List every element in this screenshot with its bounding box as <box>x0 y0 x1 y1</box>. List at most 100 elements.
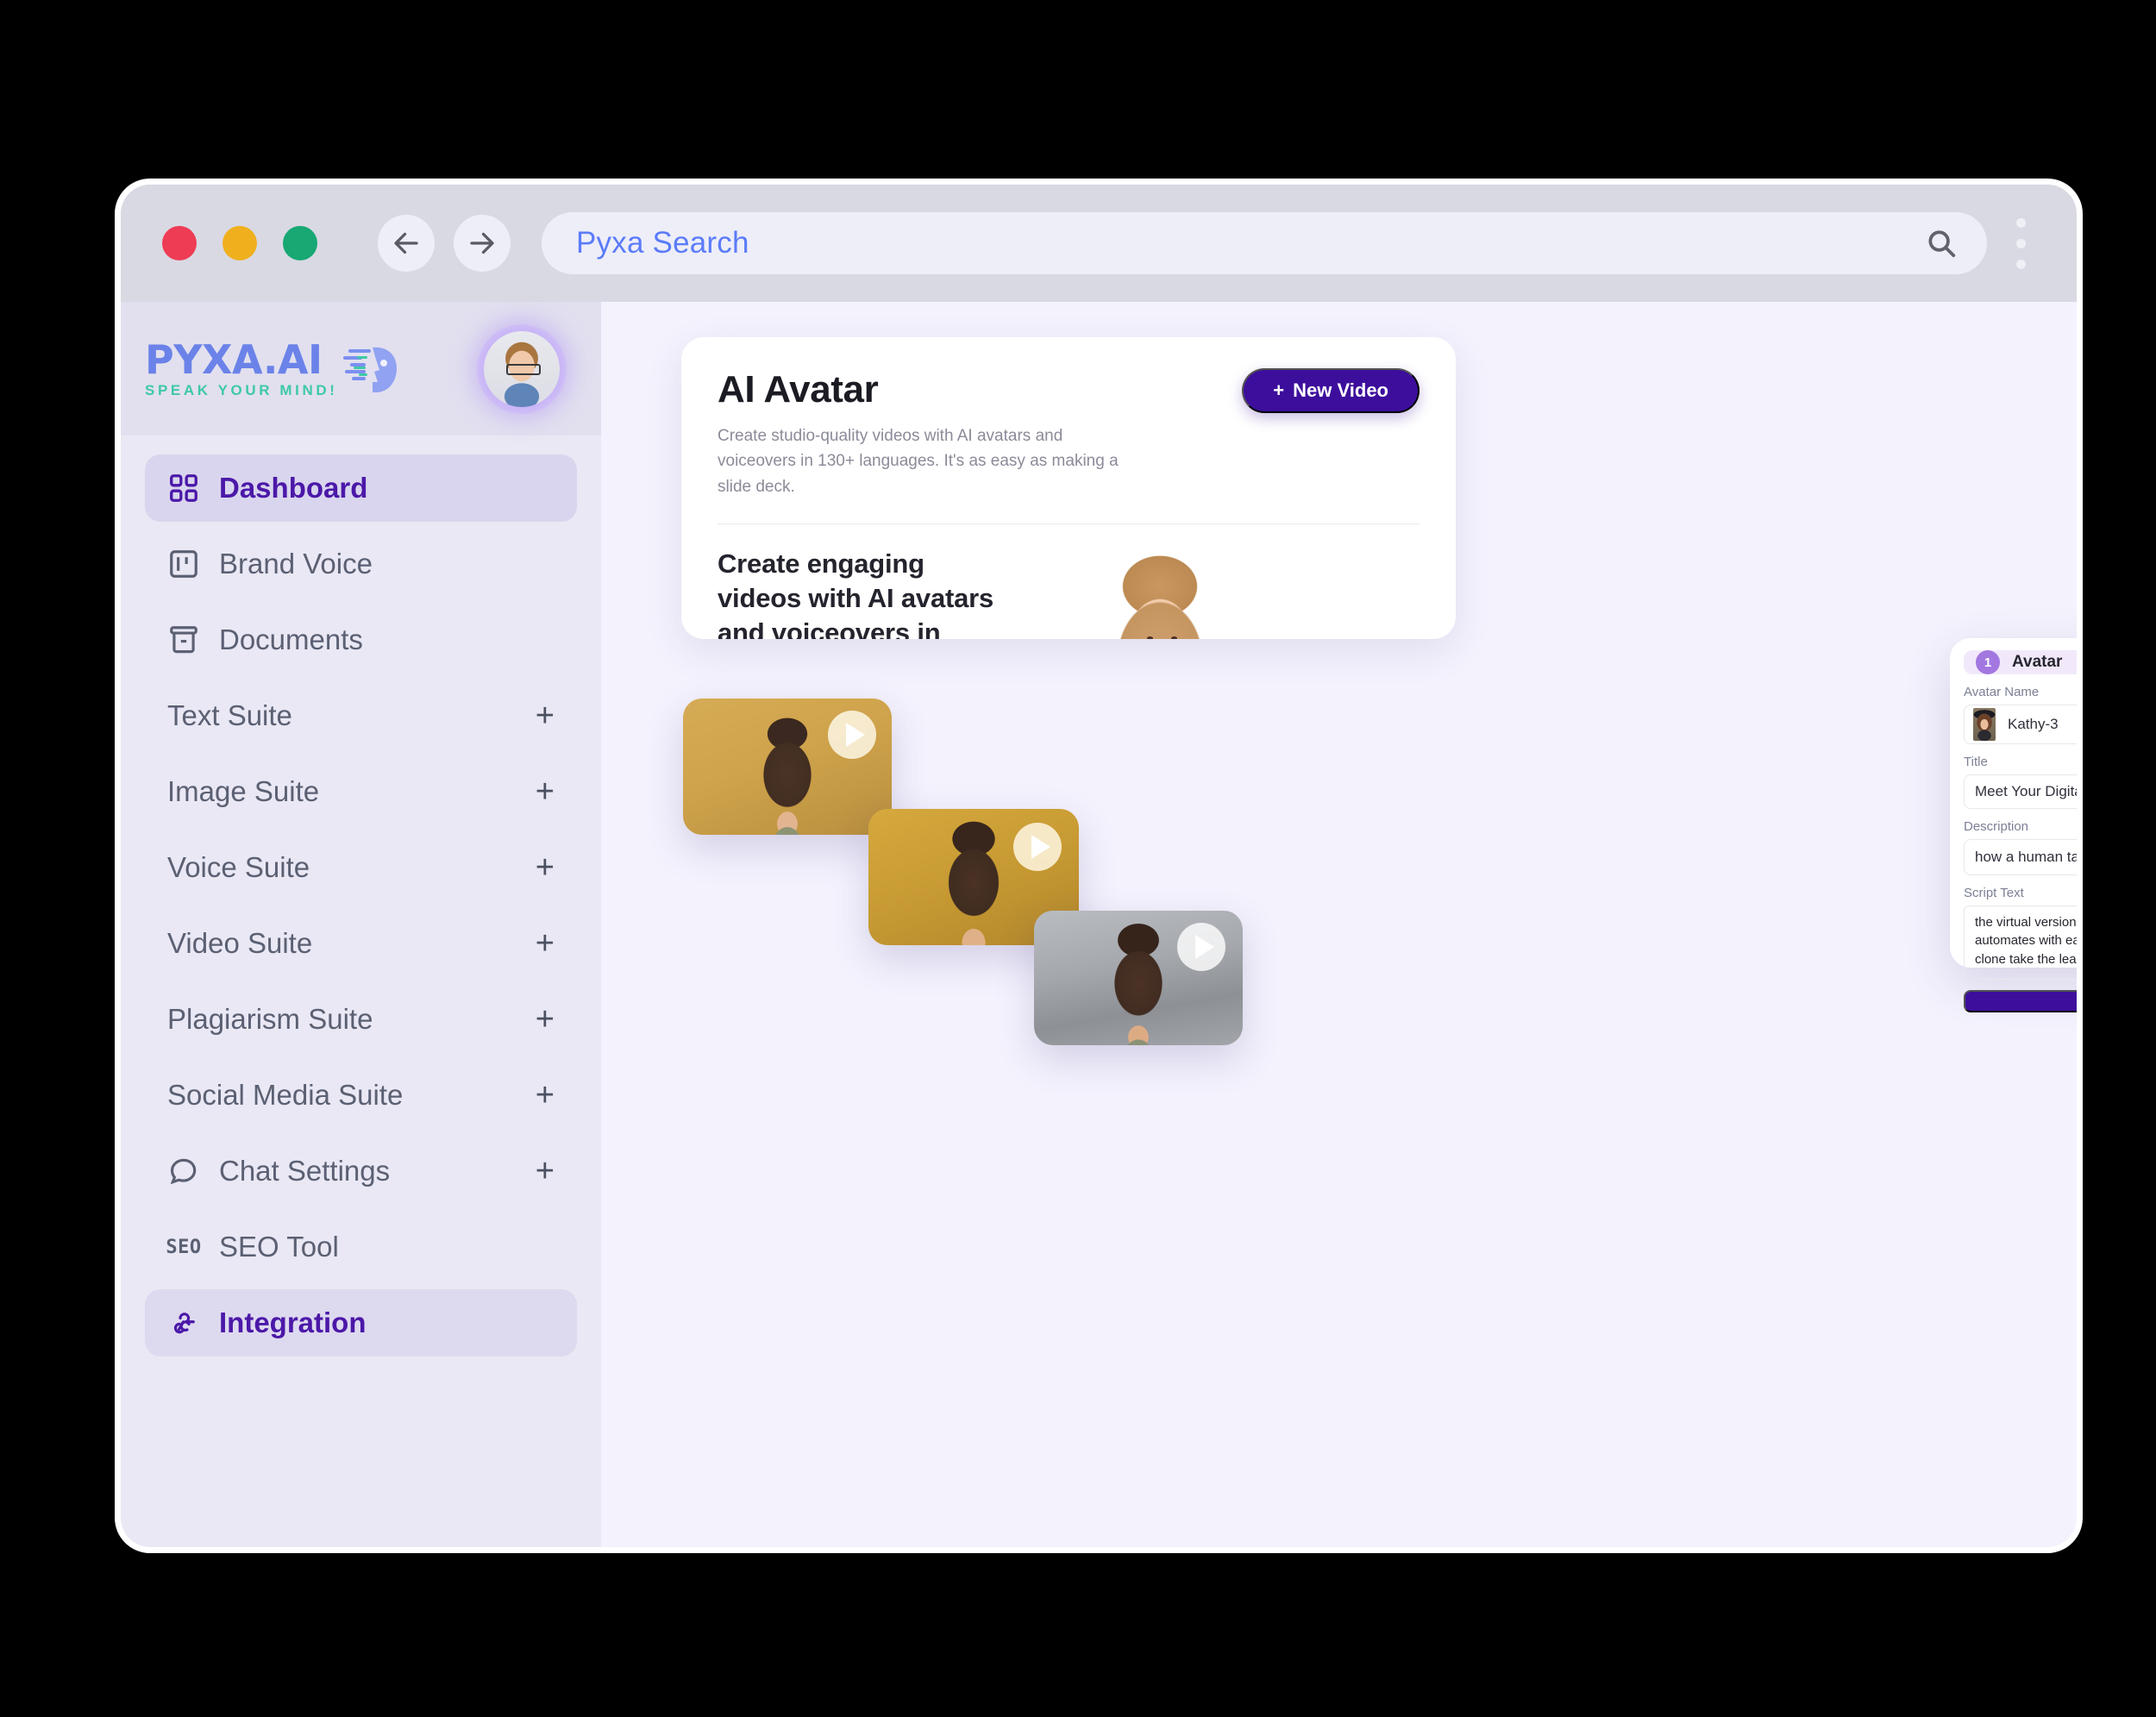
divider <box>718 523 1420 525</box>
sidebar-item-social-media-suite[interactable]: Social Media Suite + <box>145 1062 577 1129</box>
search-icon[interactable] <box>1925 227 1958 260</box>
avatar-step-header: 1 Avatar <box>1964 650 2077 674</box>
sidebar-nav: Dashboard Brand Voice Documents Text Sui… <box>121 436 601 1547</box>
title-label: Title <box>1964 755 1988 769</box>
sidebar-item-plagiarism-suite[interactable]: Plagiarism Suite + <box>145 986 577 1053</box>
kanban-icon <box>167 548 200 580</box>
sidebar-item-label: Text Suite <box>167 699 292 731</box>
arrow-left-icon <box>394 232 418 254</box>
ai-face-logo-icon <box>342 347 397 392</box>
kebab-dot <box>2015 217 2026 228</box>
sidebar-item-image-suite[interactable]: Image Suite + <box>145 758 577 825</box>
hero-heading: Create engaging videos with AI avatars a… <box>718 548 994 639</box>
arrow-right-icon <box>470 232 494 254</box>
plus-icon: + <box>1273 379 1285 401</box>
new-video-label: New Video <box>1293 379 1388 401</box>
step-label: Avatar <box>2012 653 2063 671</box>
avatar-name-label: Avatar Name <box>1964 685 2040 699</box>
sidebar-item-label: Image Suite <box>167 775 320 807</box>
sidebar-brand-row: PYXA.AI SPEAK YOUR MIND! <box>121 302 601 436</box>
kebab-dot <box>2015 259 2026 269</box>
play-icon[interactable] <box>828 711 876 759</box>
browser-menu-button[interactable] <box>2001 217 2040 269</box>
description-value: how a human talking directly to the came… <box>1975 849 2077 865</box>
sidebar-item-label: Brand Voice <box>219 548 373 580</box>
user-avatar[interactable] <box>477 323 567 414</box>
sidebar-item-dashboard[interactable]: Dashboard <box>145 454 577 522</box>
script-text-label: Script Text <box>1964 886 2024 900</box>
avatar-name-value: Kathy-3 <box>2008 716 2059 732</box>
avatar-name-field: Avatar Name Kathy-3 <box>1964 685 2077 744</box>
sidebar-item-label: Voice Suite <box>167 851 310 883</box>
title-field: Title Meet Your Digital Twin! <box>1964 755 2077 809</box>
search-input[interactable]: Pyxa Search <box>542 212 1987 274</box>
back-button[interactable] <box>378 215 435 272</box>
brand-logo[interactable]: PYXA.AI SPEAK YOUR MIND! <box>145 340 463 398</box>
sidebar-item-label: Integration <box>219 1307 367 1338</box>
description-input[interactable]: how a human talking directly to the came… <box>1964 839 2077 875</box>
expand-icon[interactable]: + <box>536 775 555 808</box>
sidebar-item-label: Video Suite <box>167 927 313 959</box>
video-thumb-3[interactable] <box>1034 911 1243 1045</box>
grid-icon <box>167 472 200 504</box>
sidebar-item-brand-voice[interactable]: Brand Voice <box>145 530 577 598</box>
sidebar-item-chat-settings[interactable]: Chat Settings + <box>145 1137 577 1205</box>
sidebar-item-label: Social Media Suite <box>167 1079 404 1111</box>
expand-icon[interactable]: + <box>536 1003 555 1036</box>
browser-window: Pyxa Search PYXA.AI SPEAK YOUR MIND! Das… <box>121 185 2077 1547</box>
browser-titlebar: Pyxa Search <box>121 185 2077 302</box>
script-text-field: Script Text the virtual version of you t… <box>1964 886 2077 980</box>
sidebar-item-label: Plagiarism Suite <box>167 1003 373 1035</box>
sidebar-item-seo-tool[interactable]: SEO SEO Tool <box>145 1213 577 1281</box>
page-title: AI Avatar <box>718 368 879 410</box>
sidebar-item-label: Dashboard <box>219 472 368 504</box>
brand-name: PYXA.AI <box>145 336 323 383</box>
card-body: Create engaging videos with AI avatars a… <box>718 547 1420 639</box>
webhook-icon <box>167 1307 200 1339</box>
avatar-thumbnail <box>1973 708 1996 741</box>
expand-icon[interactable]: + <box>536 927 555 960</box>
search-placeholder-text: Pyxa Search <box>576 226 749 260</box>
sidebar-item-text-suite[interactable]: Text Suite + <box>145 682 577 749</box>
title-input[interactable]: Meet Your Digital Twin! <box>1964 774 2077 809</box>
video-thumb-1[interactable] <box>683 699 892 835</box>
description-label: Description <box>1964 819 2029 834</box>
window-body: PYXA.AI SPEAK YOUR MIND! Dashboard Brand… <box>121 302 2077 1547</box>
page-subtitle: Create studio-quality videos with AI ava… <box>718 427 1119 496</box>
avatar-image <box>484 330 560 407</box>
sidebar-item-label: Chat Settings <box>219 1155 391 1187</box>
play-icon[interactable] <box>1013 823 1062 871</box>
forward-button[interactable] <box>454 215 511 272</box>
sidebar-item-integration[interactable]: Integration <box>145 1289 577 1357</box>
ai-avatar-card: AI Avatar Create studio-quality videos w… <box>681 337 1456 639</box>
sidebar-item-documents[interactable]: Documents <box>145 606 577 674</box>
title-value: Meet Your Digital Twin! <box>1975 783 2077 799</box>
script-text-textarea[interactable]: the virtual version of you that handles … <box>1964 905 2077 980</box>
avatar-form-panel: 1 Avatar Avatar Name Kathy-3 Title Meet … <box>1950 638 2077 1012</box>
hero-avatar-image <box>1052 547 1268 639</box>
new-video-button[interactable]: + New Video <box>1242 368 1420 413</box>
sidebar-item-label: SEO Tool <box>219 1231 339 1263</box>
window-controls <box>162 226 317 260</box>
expand-icon[interactable]: + <box>536 851 555 884</box>
generate-video-button[interactable]: Generate Video <box>1964 990 2077 1012</box>
expand-icon[interactable]: + <box>536 1079 555 1112</box>
description-field: Description how a human talking directly… <box>1964 819 2077 875</box>
main-content: AI Avatar Create studio-quality videos w… <box>601 302 2077 1547</box>
archive-icon <box>167 624 200 656</box>
kebab-dot <box>2015 238 2026 248</box>
maximize-window-button[interactable] <box>283 226 317 260</box>
minimize-window-button[interactable] <box>222 226 257 260</box>
avatar-name-select[interactable]: Kathy-3 <box>1964 705 2077 744</box>
navigation-buttons <box>378 215 511 272</box>
sidebar-item-video-suite[interactable]: Video Suite + <box>145 910 577 977</box>
expand-icon[interactable]: + <box>536 1155 555 1187</box>
close-window-button[interactable] <box>162 226 197 260</box>
seo-icon: SEO <box>166 1236 202 1258</box>
sidebar-item-voice-suite[interactable]: Voice Suite + <box>145 834 577 901</box>
expand-icon[interactable]: + <box>536 699 555 732</box>
play-icon[interactable] <box>1177 923 1225 971</box>
chat-bubble-icon <box>167 1155 200 1187</box>
step-number-badge: 1 <box>1976 650 2000 674</box>
sidebar: PYXA.AI SPEAK YOUR MIND! Dashboard Brand… <box>121 302 601 1547</box>
